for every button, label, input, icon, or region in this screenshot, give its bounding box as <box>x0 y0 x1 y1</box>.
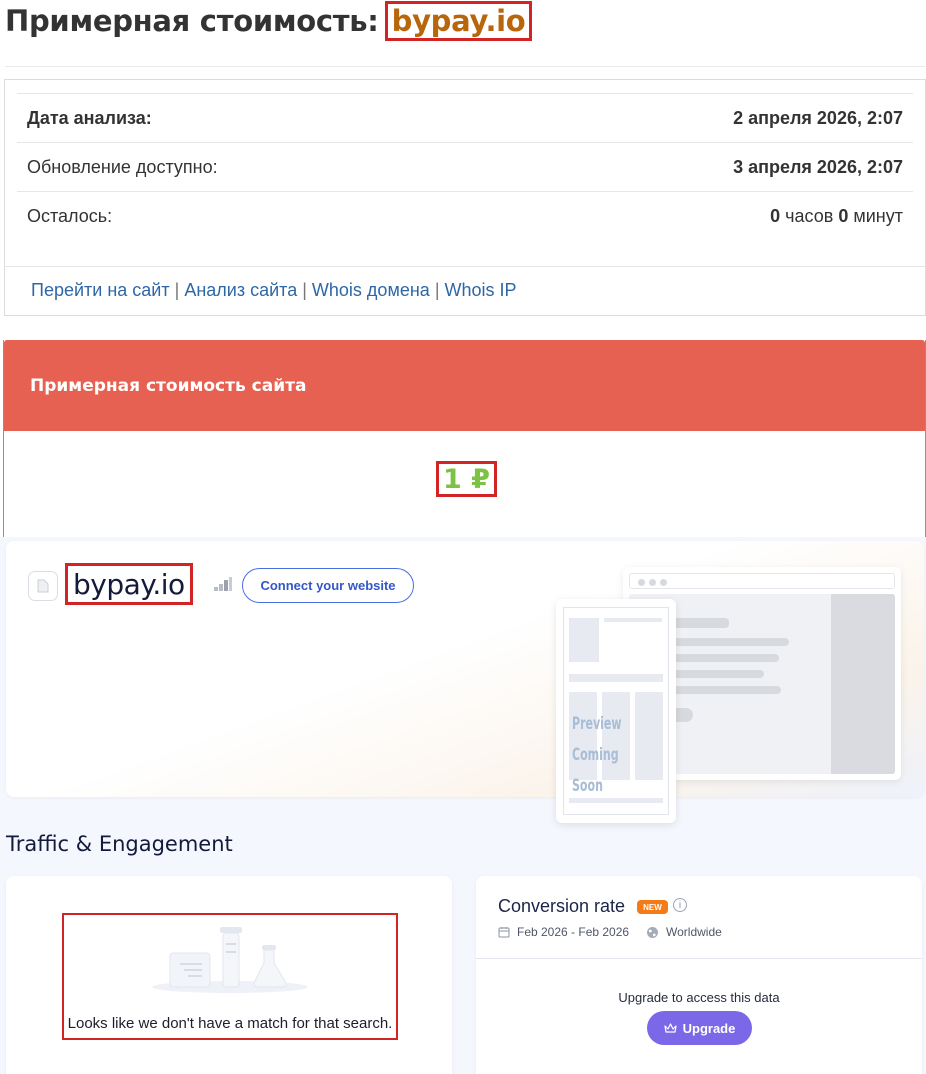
window-dot <box>649 579 656 586</box>
valuation-amount: 1 ₽ <box>436 461 497 497</box>
domain-whois-link[interactable]: Whois домена <box>312 280 430 300</box>
minutes-unit: минут <box>853 205 903 226</box>
region: Worldwide <box>646 925 722 939</box>
conversion-rate-card: Conversion rate NEW i Feb 2026 - Feb 202… <box>476 876 922 1074</box>
similarweb-panel: bypay.io Connect your website Preview Co… <box>0 537 926 1074</box>
site-domain: bypay.io <box>65 563 193 605</box>
traffic-card: Looks like we don't have a match for tha… <box>6 876 452 1074</box>
upgrade-message: Upgrade to access this data <box>618 990 780 1005</box>
analysis-date-label: Дата анализа: <box>27 107 152 128</box>
rank-bars-icon <box>214 577 232 591</box>
preview-line <box>669 654 779 662</box>
upgrade-label: Upgrade <box>682 1020 736 1036</box>
update-available-row: Обновление доступно: 3 апреля 2026, 2:07 <box>17 142 913 191</box>
preview-address-bar <box>629 573 895 589</box>
site-hero: bypay.io Connect your website Preview Co… <box>6 541 924 823</box>
link-separator: | <box>434 280 440 300</box>
preview-line <box>669 618 729 628</box>
connect-website-button[interactable]: Connect your website <box>242 568 414 603</box>
calendar-icon <box>498 927 510 938</box>
preview-coming-soon: Preview Coming Soon <box>572 709 647 802</box>
date-range: Feb 2026 - Feb 2026 <box>498 925 629 939</box>
mobile-preview: Preview Coming Soon <box>556 599 676 823</box>
page-title: Примерная стоимость: bypay.io <box>5 0 533 42</box>
section-title: Traffic & Engagement <box>6 832 233 856</box>
date-range-text: Feb 2026 - Feb 2026 <box>517 925 630 939</box>
window-dot <box>660 579 667 586</box>
analysis-date-row: Дата анализа: 2 апреля 2026, 2:07 <box>17 93 913 142</box>
analysis-date-value: 2 апреля 2026, 2:07 <box>733 107 903 128</box>
preview-line <box>669 638 789 646</box>
conversion-rate-title: Conversion rate <box>498 896 626 916</box>
valuation-heading: Примерная стоимость сайта <box>4 340 925 431</box>
links-divider <box>5 266 925 267</box>
update-available-value: 3 апреля 2026, 2:07 <box>733 156 903 177</box>
empty-state: Looks like we don't have a match for tha… <box>62 913 398 1040</box>
preview-line <box>569 674 663 682</box>
preview-sidebar <box>831 594 895 774</box>
title-divider <box>5 66 925 67</box>
ip-whois-link[interactable]: Whois IP <box>445 280 517 300</box>
site-analysis-link[interactable]: Анализ сайта <box>184 280 297 300</box>
preview-line <box>669 686 781 694</box>
info-icon[interactable]: i <box>673 898 687 912</box>
crown-icon <box>664 1022 677 1033</box>
hours-value: 0 <box>770 205 781 226</box>
file-icon <box>28 571 58 601</box>
update-available-label: Обновление доступно: <box>27 156 218 177</box>
visit-site-link[interactable]: Перейти на сайт <box>31 280 170 300</box>
link-separator: | <box>174 280 180 300</box>
minutes-value: 0 <box>838 205 849 226</box>
region-text: Worldwide <box>666 925 722 939</box>
empty-state-message: Looks like we don't have a match for tha… <box>67 1015 393 1032</box>
time-remaining-value: 0 часов 0 минут <box>770 206 903 227</box>
preview-image-block <box>569 618 599 662</box>
globe-icon <box>647 926 658 938</box>
upgrade-button[interactable]: Upgrade <box>647 1011 752 1045</box>
preview-line <box>669 670 764 678</box>
coming-soon-label: Coming Soon <box>572 745 619 796</box>
card-divider <box>476 958 922 959</box>
page-title-domain: bypay.io <box>384 1 533 41</box>
page-title-prefix: Примерная стоимость: <box>5 4 379 38</box>
time-remaining-row: Осталось: 0 часов 0 минут <box>17 191 913 240</box>
new-badge: NEW <box>637 900 668 914</box>
empty-lab-illustration <box>152 927 308 993</box>
site-links: Перейти на сайт | Анализ сайта | Whois д… <box>31 280 517 301</box>
time-remaining-label: Осталось: <box>27 205 113 226</box>
preview-line <box>604 618 662 622</box>
hours-unit: часов <box>785 205 834 226</box>
valuation-card: Примерная стоимость сайта 1 ₽ <box>3 340 926 540</box>
window-dot <box>638 579 645 586</box>
link-separator: | <box>302 280 307 300</box>
analysis-info-box: Дата анализа: 2 апреля 2026, 2:07 Обновл… <box>4 79 926 316</box>
preview-label: Preview <box>572 714 622 734</box>
